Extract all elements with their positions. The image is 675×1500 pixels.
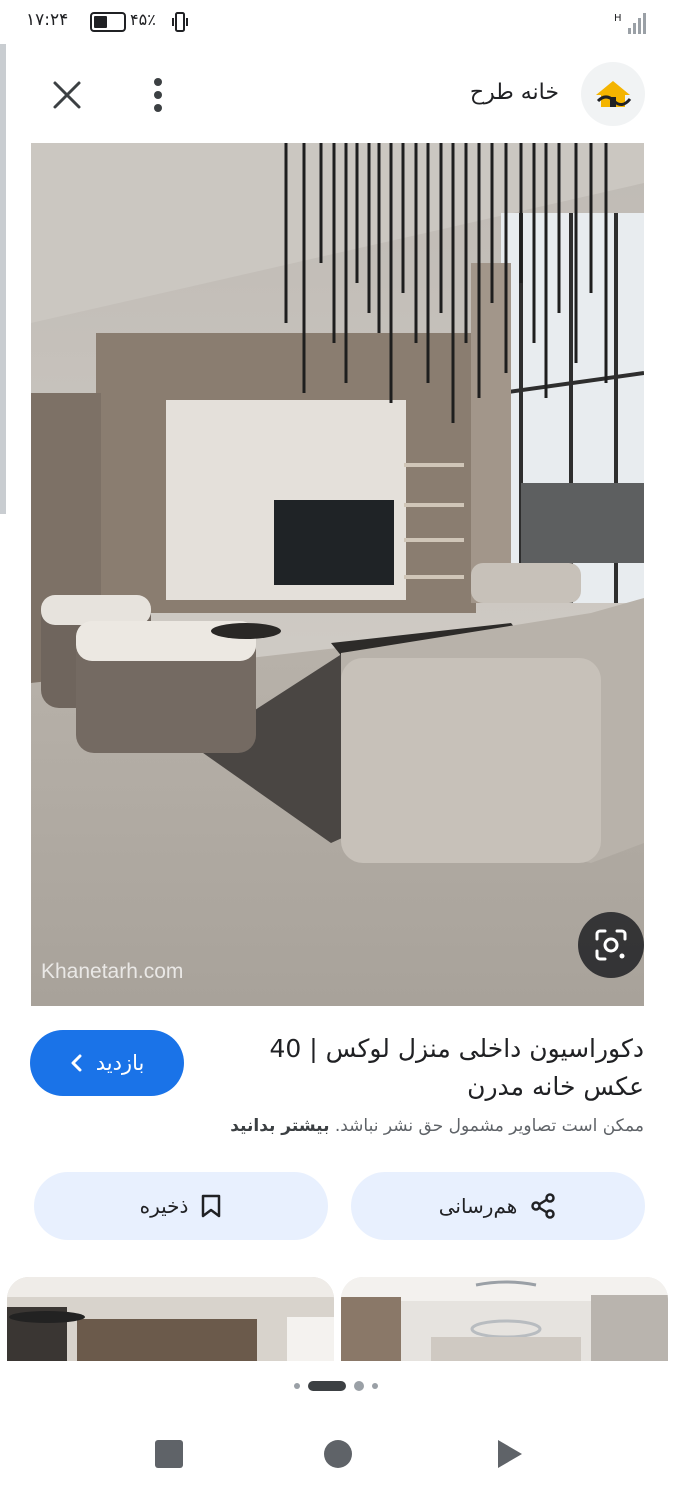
result-title[interactable]: دکوراسیون داخلی منزل لوکس | 40 عکس خانه … [244, 1030, 644, 1106]
save-button[interactable]: ذخیره [34, 1172, 328, 1240]
recents-button[interactable] [155, 1440, 183, 1468]
network-label: H [614, 13, 622, 24]
living-room-photo: Khanetarh.com [31, 143, 644, 1006]
share-label: هم‌رسانی [438, 1194, 518, 1218]
page-dot-active [308, 1381, 346, 1391]
close-button[interactable] [46, 74, 88, 116]
back-button[interactable] [494, 1438, 524, 1470]
learn-more-link[interactable]: بیشتر بدانید [230, 1116, 329, 1136]
status-time: ۱۷:۲۴ [26, 10, 69, 30]
close-icon [53, 81, 81, 109]
license-text: ممکن است تصاویر مشمول حق نشر نباشد. [334, 1116, 644, 1136]
license-notice: ممکن است تصاویر مشمول حق نشر نباشد. بیشت… [44, 1116, 644, 1136]
save-label: ذخیره [139, 1194, 189, 1218]
site-name[interactable]: خانه طرح [470, 80, 559, 105]
image-watermark: Khanetarh.com [41, 960, 183, 983]
page-dot [354, 1381, 364, 1391]
signal-icon: H [614, 13, 646, 34]
related-image[interactable] [7, 1277, 334, 1361]
vibrate-icon [172, 12, 188, 32]
share-button[interactable]: هم‌رسانی [351, 1172, 645, 1240]
main-image[interactable]: Khanetarh.com [31, 143, 644, 1006]
visit-button[interactable]: بازدید [30, 1030, 184, 1096]
back-triangle-icon [498, 1440, 522, 1468]
home-button[interactable] [324, 1440, 352, 1468]
related-thumbnail [341, 1277, 668, 1361]
related-thumbnail [7, 1277, 334, 1361]
page-indicator [294, 1381, 378, 1391]
share-icon [531, 1193, 556, 1219]
viewer-header: خانه طرح [0, 56, 675, 136]
bookmark-icon [202, 1194, 221, 1218]
system-nav-bar [0, 1410, 675, 1500]
page-dot [294, 1383, 300, 1389]
more-vert-icon [154, 78, 162, 112]
house-logo-icon [596, 81, 632, 107]
related-image[interactable] [341, 1277, 668, 1361]
battery-percent: ۴۵٪ [130, 10, 156, 29]
more-options-button[interactable] [140, 74, 176, 116]
google-lens-icon [595, 929, 627, 961]
page-dot [372, 1383, 378, 1389]
chevron-left-icon [71, 1054, 82, 1072]
battery-fill [94, 16, 107, 28]
google-lens-button[interactable] [578, 912, 644, 978]
visit-label: بازدید [95, 1051, 145, 1075]
status-bar: ۱۷:۲۴ ۴۵٪ H [0, 0, 675, 44]
site-logo[interactable] [581, 62, 645, 126]
battery-icon [90, 12, 126, 32]
